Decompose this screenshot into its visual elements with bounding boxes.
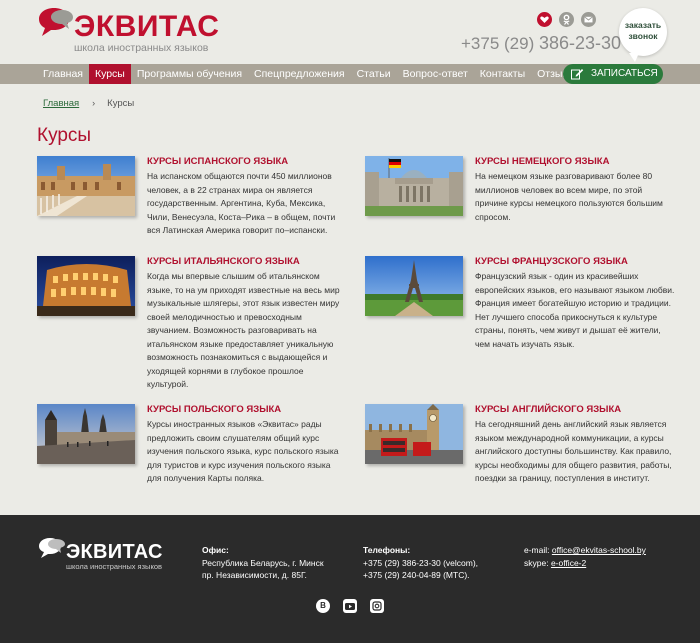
course-description: Французский язык - один из красивейших е… [475,271,675,349]
edit-icon [571,69,584,80]
footer-contacts: e-mail: office@ekvitas-school.by skype: … [524,544,646,569]
signup-button[interactable]: ЗАПИСАТЬСЯ [563,64,663,84]
footer: ЭКВИТАС школа иностранных языков Офис: Р… [0,515,700,643]
nav-item-special-offers[interactable]: Спецпредложения [248,64,351,84]
course-title[interactable]: КУРСЫ ПОЛЬСКОГО ЯЗЫКА [147,404,281,416]
nav-item-programs[interactable]: Программы обучения [131,64,248,84]
email-link[interactable]: office@ekvitas-school.by [552,545,646,555]
course-description: На испанском общаются почти 450 миллионо… [147,171,336,235]
site-logo[interactable]: ЭКВИТАС школа иностранных языков [38,6,220,54]
youtube-icon[interactable] [343,599,357,613]
course-title[interactable]: КУРСЫ ФРАНЦУЗСКОГО ЯЗЫКА [475,256,628,268]
nav-item-courses[interactable]: Курсы [88,64,131,84]
skype-row: skype: e-office-2 [524,557,646,570]
office-line-2: пр. Независимости, д. 85Г. [202,570,307,580]
nav-item-contacts[interactable]: Контакты [474,64,531,84]
footer-logo-subtitle: школа иностранных языков [66,562,162,571]
logo-title: ЭКВИТАС [74,10,220,43]
course-title[interactable]: КУРСЫ АНГЛИЙСКОГО ЯЗЫКА [475,404,621,416]
phone-number: 386-23-30 [538,33,622,53]
course-title[interactable]: КУРСЫ ИТАЛЬЯНСКОГО ЯЗЫКА [147,256,300,268]
footer-phone-1[interactable]: +375 (29) 386-23-30 (velcom), [363,557,478,570]
header-social-icons [537,12,597,28]
phone-prefix: +375 (29) [461,34,535,53]
nav-item-home[interactable]: Главная [37,64,89,84]
page-title: Курсы [37,125,92,146]
footer-logo[interactable]: ЭКВИТАС школа иностранных языков [38,536,178,576]
london-bigben-image[interactable] [365,404,463,464]
email-row: e-mail: office@ekvitas-school.by [524,544,646,557]
footer-phone-2[interactable]: +375 (29) 240-04-89 (МТС). [363,569,478,582]
prague-bridge-image[interactable] [37,404,135,464]
nav-list: Главная Курсы Программы обучения Спецпре… [37,64,582,84]
footer-phones: Телефоны: +375 (29) 386-23-30 (velcom), … [363,544,478,582]
phones-label: Телефоны: [363,545,411,555]
vk-heart-icon[interactable] [537,12,552,27]
breadcrumb-current: Курсы [107,98,135,109]
skype-label: skype: [524,557,549,568]
odnoklassniki-icon[interactable] [559,12,574,27]
skype-link[interactable]: e-office-2 [551,558,586,568]
breadcrumb-home-link[interactable]: Главная [43,98,79,109]
breadcrumb: Главная › Курсы [43,98,134,109]
header-phone[interactable]: +375 (29) 386-23-30 [461,33,621,54]
signup-label: ЗАПИСАТЬСЯ [591,68,658,79]
logo-subtitle: школа иностранных языков [74,42,209,54]
office-line-1: Республика Беларусь, г. Минск [202,557,324,568]
eiffel-tower-image[interactable] [365,256,463,316]
mail-icon[interactable] [581,12,596,27]
footer-logo-title: ЭКВИТАС [66,541,163,563]
office-label: Офис: [202,545,229,555]
callback-line-2: звонок [628,31,658,41]
header: ЭКВИТАС школа иностранных языков +375 (2… [0,0,700,64]
breadcrumb-separator: › [92,98,96,108]
course-description: Когда мы впервые слышим об итальянском я… [147,271,340,389]
email-label: e-mail: [524,545,550,555]
footer-office: Офис: Республика Беларусь, г. Минск пр. … [202,544,324,582]
course-description: Курсы иностранных языков «Эквитас» рады … [147,419,339,483]
colosseum-image[interactable] [37,256,135,316]
course-title[interactable]: КУРСЫ ИСПАНСКОГО ЯЗЫКА [147,156,288,168]
callback-button[interactable]: заказать звонок [619,8,667,62]
instagram-icon[interactable] [370,599,384,613]
speech-bubble-logo-icon [39,8,73,36]
nav-item-faq[interactable]: Вопрос-ответ [397,64,474,84]
course-description: На сегодняшний день английский язык явля… [475,419,672,483]
course-title[interactable]: КУРСЫ НЕМЕЦКОГО ЯЗЫКА [475,156,609,168]
reichstag-image[interactable] [365,156,463,216]
nav-item-articles[interactable]: Статьи [351,64,397,84]
spain-plaza-image[interactable] [37,156,135,216]
speech-bubble-logo-icon [39,538,65,558]
course-description: На немецком языке разговаривают более 80… [475,171,663,222]
callback-line-1: заказать [624,20,662,30]
vk-icon[interactable]: B [316,599,330,613]
